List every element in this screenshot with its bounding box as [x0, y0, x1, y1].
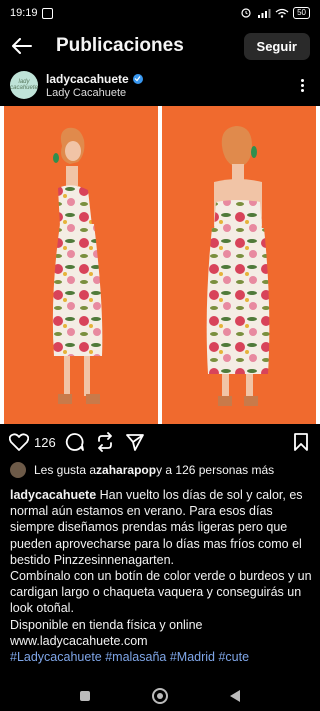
likes-row[interactable]: Les gusta a zaharapop y a 126 personas m…	[10, 460, 310, 480]
status-time: 19:19	[10, 7, 38, 19]
liker-avatar	[10, 462, 26, 478]
notification-icon	[41, 7, 53, 19]
status-bar: 19:19 50	[0, 0, 320, 26]
caption-line4: www.ladycacahuete.com	[10, 633, 148, 648]
system-nav-bar	[0, 680, 320, 711]
post-header: lady cacahuete ladycacahuete Lady Cacahu…	[0, 66, 320, 104]
username-row: ladycacahuete	[46, 72, 294, 86]
save-icon[interactable]	[290, 431, 312, 453]
status-left: 19:19	[10, 7, 53, 19]
likes-prefix: Les gusta a	[34, 463, 97, 477]
user-block: ladycacahuete Lady Cacahuete	[46, 72, 294, 99]
share-icon[interactable]	[124, 431, 146, 453]
liker-username[interactable]: zaharapop	[96, 463, 156, 477]
caption: ladycacahuete Han vuelto los días de sol…	[10, 487, 312, 665]
back-arrow-icon[interactable]	[10, 34, 34, 58]
repost-icon[interactable]	[94, 431, 116, 453]
avatar[interactable]: lady cacahuete	[10, 71, 38, 99]
caption-username[interactable]: ladycacahuete	[10, 488, 96, 502]
follow-button[interactable]: Seguir	[243, 32, 310, 60]
avatar-logo-text: lady cacahuete	[10, 79, 38, 91]
heart-icon[interactable]	[8, 431, 30, 453]
post-image[interactable]	[0, 106, 320, 424]
status-right: 50	[239, 7, 310, 19]
caption-line3: Disponible en tienda física y online	[10, 617, 203, 632]
caption-hashtags[interactable]: #Ladycacahuete #malasaña #Madrid #cute	[10, 650, 249, 664]
wifi-icon	[275, 8, 289, 18]
comment-icon[interactable]	[64, 431, 86, 453]
more-icon[interactable]	[294, 75, 310, 95]
verified-icon	[132, 73, 143, 84]
alarm-icon	[241, 8, 251, 18]
battery-indicator: 50	[293, 7, 310, 19]
home-button[interactable]	[152, 687, 168, 704]
post-username[interactable]: ladycacahuete	[46, 72, 129, 86]
like-count[interactable]: 126	[34, 435, 56, 450]
caption-line2: Combínalo con un botín de color verde o …	[10, 569, 312, 616]
signal-icon	[258, 9, 271, 18]
system-back-button[interactable]	[230, 689, 240, 702]
likes-suffix: y a 126 personas más	[156, 463, 275, 477]
top-bar: Publicaciones Seguir	[0, 26, 320, 66]
page-title: Publicaciones	[56, 35, 184, 56]
recents-button[interactable]	[80, 690, 90, 701]
post-fullname: Lady Cacahuete	[46, 86, 127, 99]
post-photo	[4, 106, 316, 424]
action-row: 126	[0, 428, 320, 456]
